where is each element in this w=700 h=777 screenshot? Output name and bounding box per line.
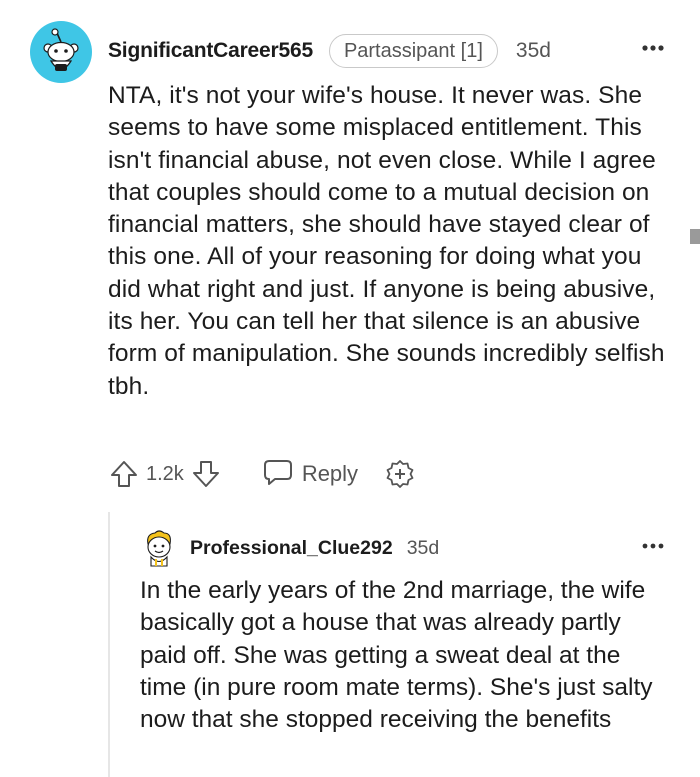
downvote-arrow-icon[interactable] [190,458,222,490]
reply-label: Reply [301,461,359,486]
comment-timestamp: 35d [515,39,551,62]
comment-body: NTA, it's not your wife's house. It neve… [108,82,665,400]
award-plus-icon[interactable] [358,458,416,490]
comment-actions: 1.2k Reply [108,455,416,493]
snoo-avatar-icon[interactable] [30,21,92,83]
reply-button[interactable]: Reply [262,456,358,493]
thread-line[interactable] [108,512,110,777]
reply-username[interactable]: Professional_Clue292 [190,537,393,560]
comment-header: SignificantCareer565 Partassipant [1] 35… [108,32,551,70]
reply-timestamp: 35d [406,536,440,559]
reply-body: In the early years of the 2nd marriage, … [140,577,653,734]
cartoon-avatar-icon[interactable] [140,528,178,568]
speech-bubble-icon [262,456,294,493]
vote-count: 1.2k [146,462,184,485]
comment-thread: SignificantCareer565 Partassipant [1] 35… [0,0,700,777]
user-flair-badge: Partassipant [1] [328,34,498,68]
scrollbar-thumb[interactable] [690,229,700,244]
more-dots-icon[interactable] [638,536,668,556]
comment-username[interactable]: SignificantCareer565 [108,39,313,63]
reply-header: Professional_Clue292 35d [190,534,439,562]
more-dots-icon[interactable] [638,36,668,60]
upvote-arrow-icon[interactable] [108,458,140,490]
